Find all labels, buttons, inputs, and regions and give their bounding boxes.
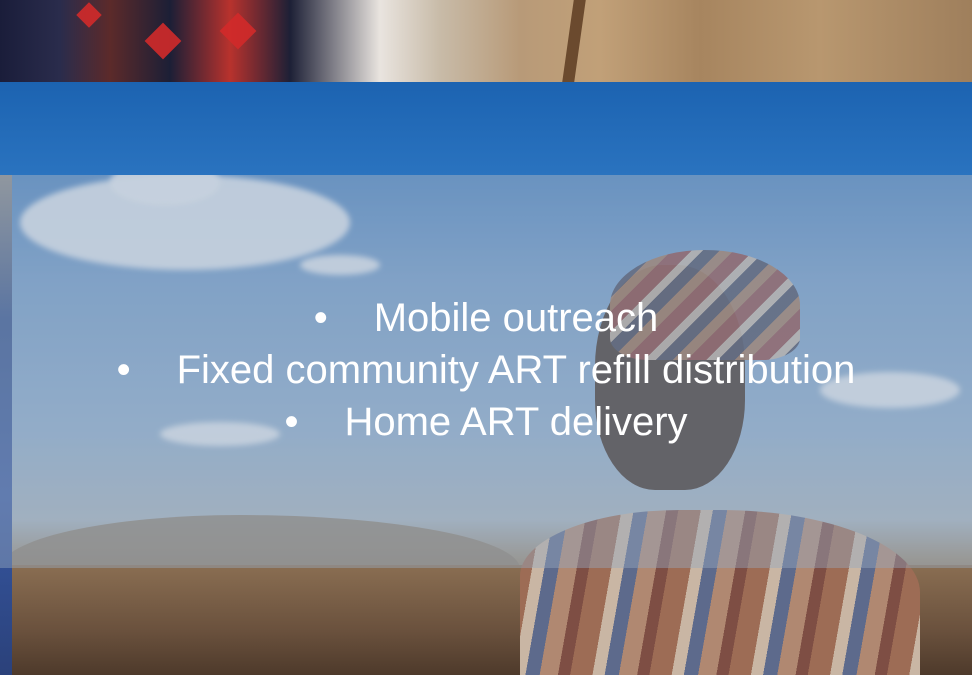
- bullet-icon: •: [313, 296, 328, 340]
- bullet-list: • Mobile outreach • Fixed community ART re…: [0, 292, 972, 448]
- title-band: [0, 82, 972, 175]
- bullet-text: Home ART delivery: [344, 400, 688, 444]
- bullet-item: • Fixed community ART refill distribution: [0, 344, 972, 396]
- bullet-icon: •: [284, 400, 299, 444]
- bullet-item: • Mobile outreach: [0, 292, 972, 344]
- slide: • Mobile outreach • Fixed community ART re…: [0, 0, 972, 675]
- bullet-item: • Home ART delivery: [0, 396, 972, 448]
- bullet-text: Mobile outreach: [373, 296, 659, 340]
- bullet-text: Fixed community ART refill distribution: [176, 348, 856, 392]
- bullet-icon: •: [116, 348, 131, 392]
